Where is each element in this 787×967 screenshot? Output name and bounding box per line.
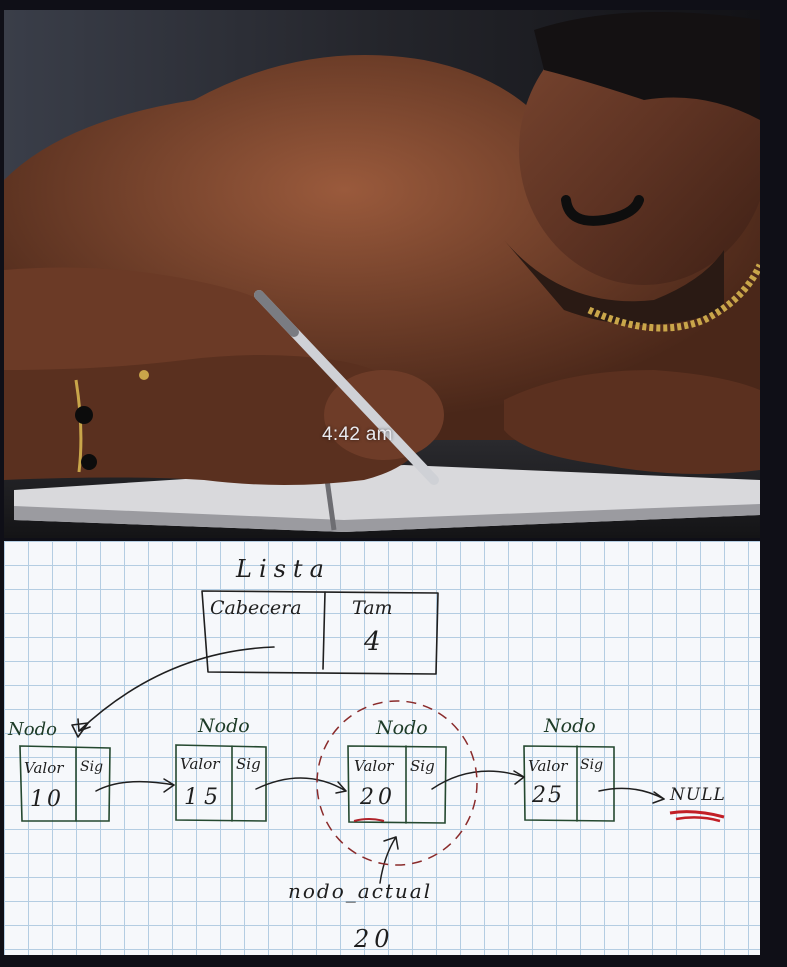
node-title: Nodo bbox=[376, 717, 428, 739]
node-title: Nodo bbox=[8, 719, 57, 740]
node-title: Nodo bbox=[544, 715, 596, 737]
node-sig-label: Sig bbox=[580, 757, 604, 773]
node-value: 20 bbox=[360, 785, 396, 810]
node-value: 15 bbox=[184, 785, 224, 810]
current-node-value: 20 bbox=[354, 925, 395, 953]
photo-timestamp: 4:42 am bbox=[322, 424, 393, 445]
node-sig-label: Sig bbox=[80, 759, 104, 775]
null-label: NULL bbox=[670, 785, 726, 805]
node-valor-label: Valor bbox=[24, 759, 64, 777]
list-title: Lista bbox=[236, 555, 331, 583]
node-valor-label: Valor bbox=[528, 757, 568, 775]
node-valor-label: Valor bbox=[354, 757, 394, 775]
linked-list-sheet: Lista Cabecera Tam 4 Nodo Valor Sig 10 N… bbox=[4, 541, 760, 955]
current-node-label: nodo_actual bbox=[288, 879, 433, 903]
node-valor-label: Valor bbox=[180, 755, 220, 773]
node-title: Nodo bbox=[198, 715, 250, 737]
photo-illustration bbox=[4, 10, 760, 538]
arrow-15-20 bbox=[255, 777, 347, 792]
photo-panel: 4:42 am bbox=[4, 10, 760, 538]
node-sig-label: Sig bbox=[236, 755, 261, 773]
current-node-pointer bbox=[379, 836, 397, 884]
list-size-label: Tam bbox=[352, 597, 393, 619]
node-sig-label: Sig bbox=[410, 757, 435, 775]
node-value: 10 bbox=[30, 787, 64, 812]
node-value: 25 bbox=[532, 783, 564, 808]
list-header-divider bbox=[322, 591, 326, 670]
arrow-10-15 bbox=[95, 780, 175, 792]
list-head-label: Cabecera bbox=[210, 597, 302, 619]
list-size-value: 4 bbox=[364, 627, 381, 657]
arrow-25-null bbox=[598, 787, 665, 800]
